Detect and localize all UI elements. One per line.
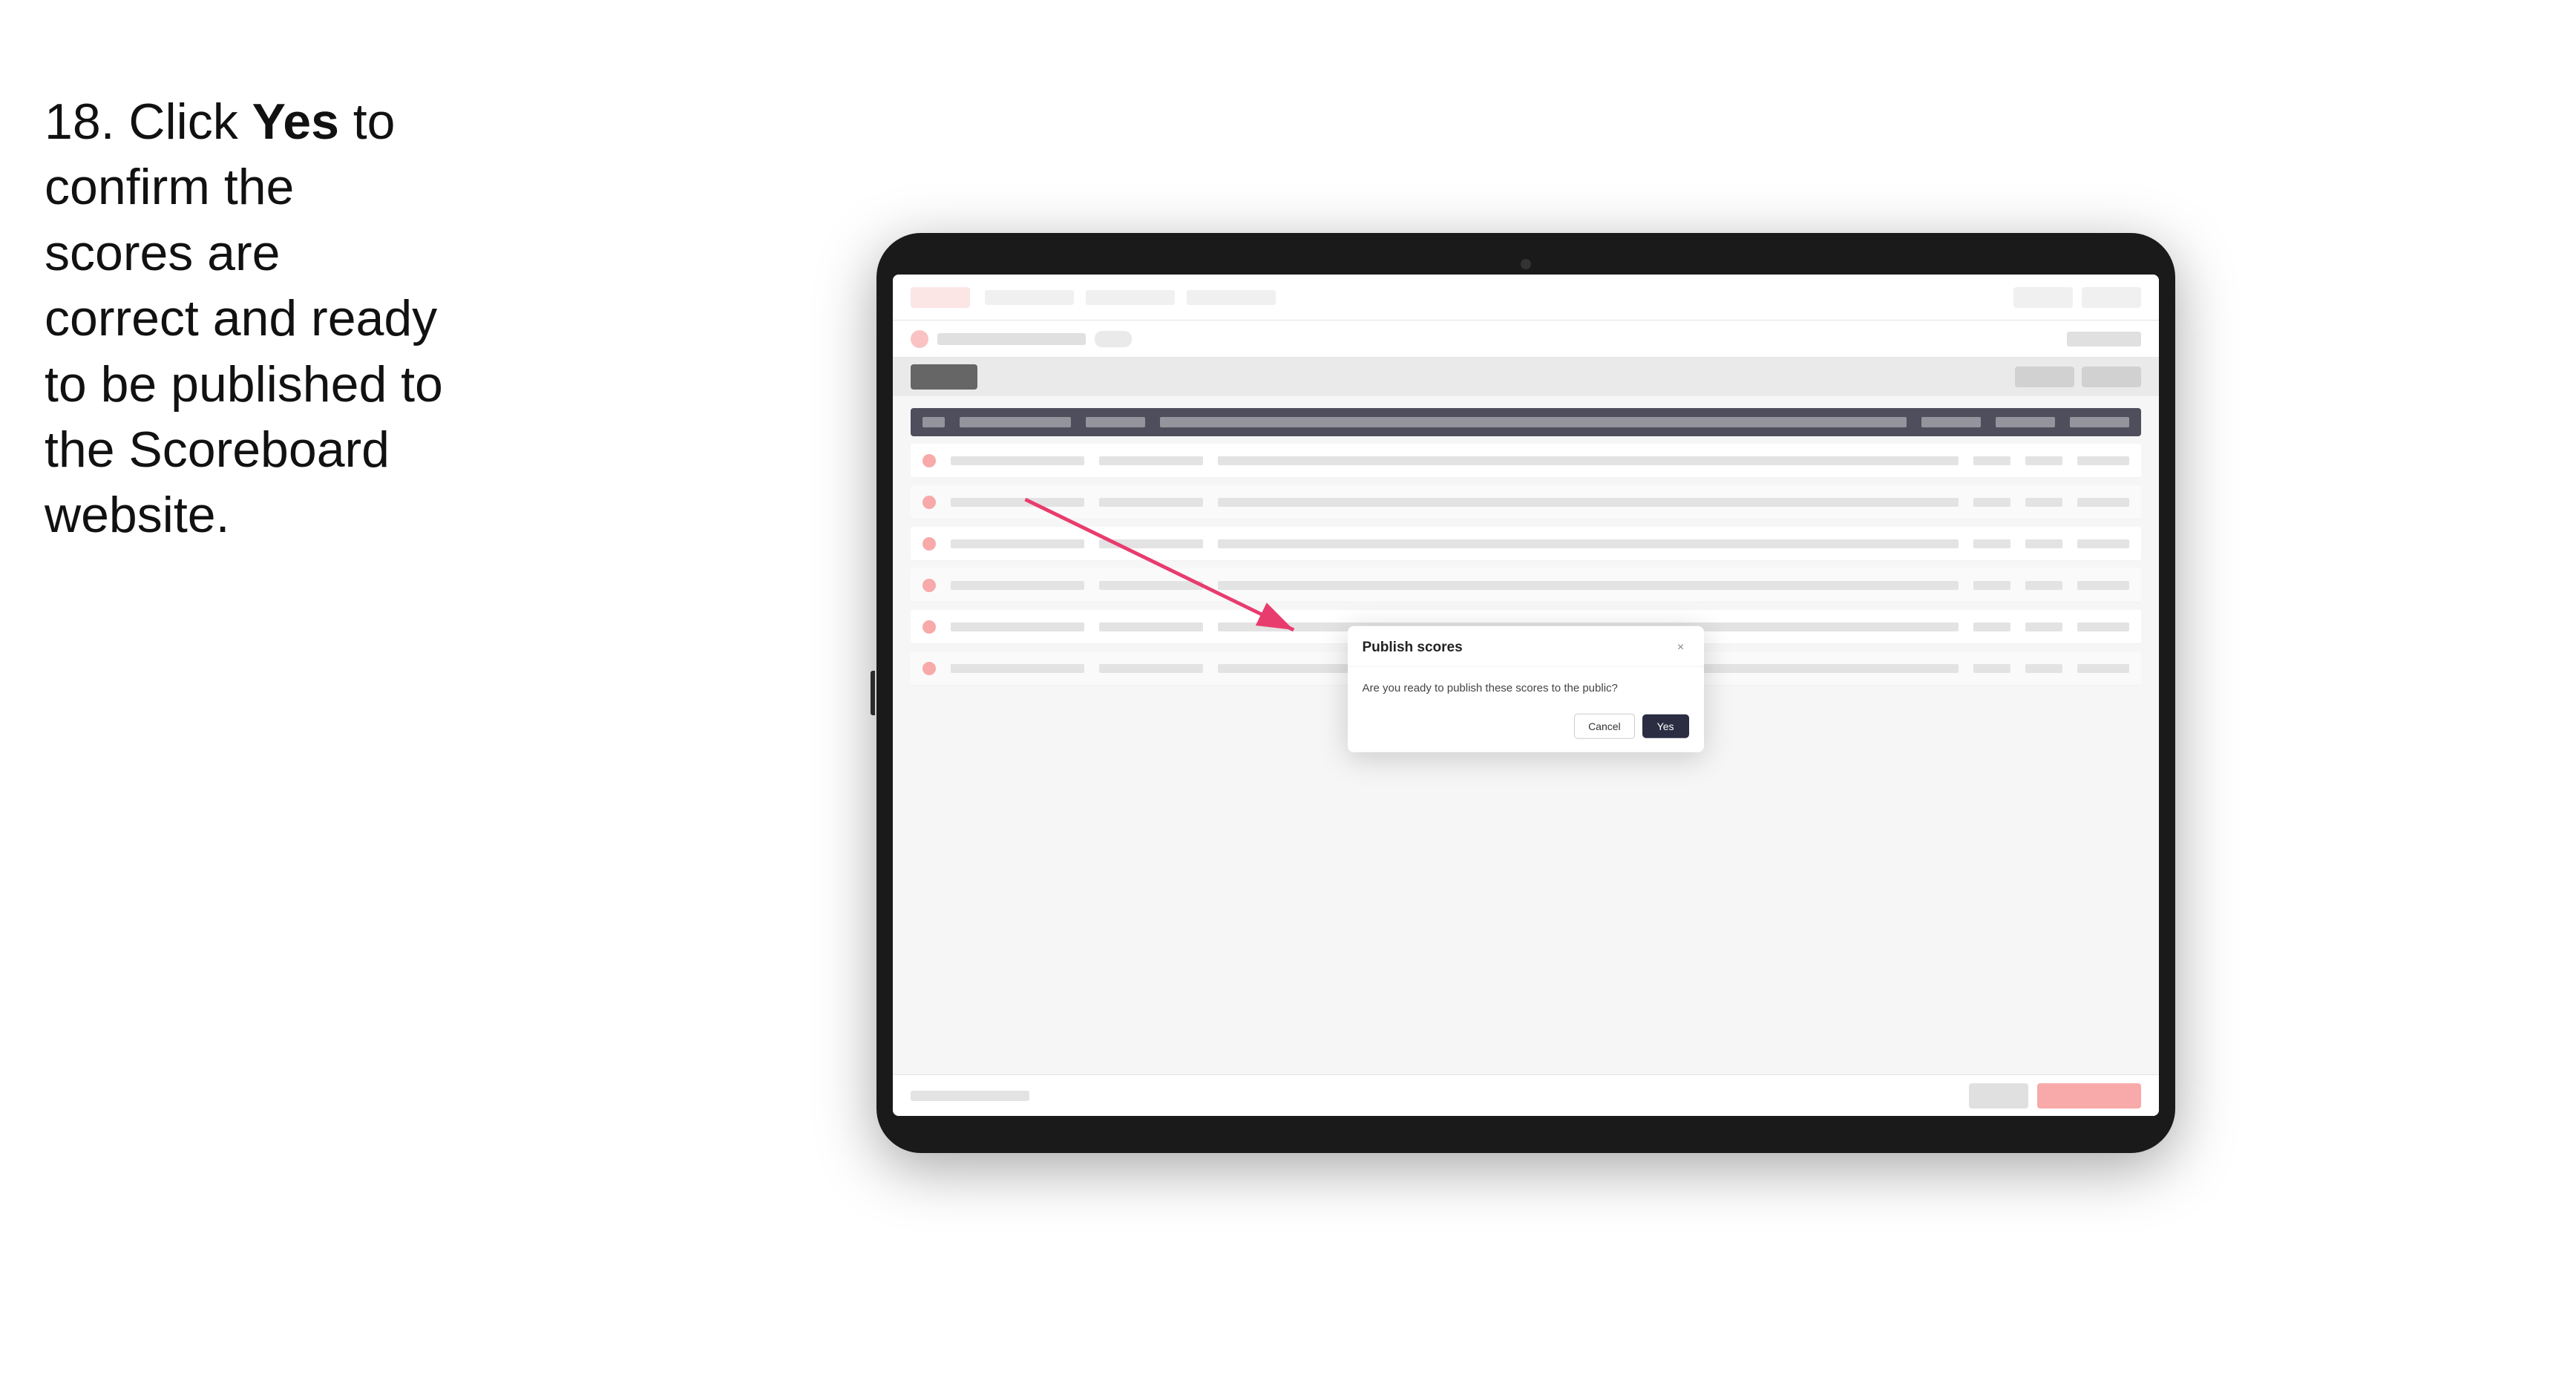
tablet-screen: Publish scores × Are you ready to publis…: [893, 275, 2159, 1116]
app-ui: Publish scores × Are you ready to publis…: [893, 275, 2159, 1116]
tablet-side-button: [871, 671, 875, 715]
instruction-part1: Click: [115, 93, 252, 150]
tablet-bezel-top: [893, 254, 2159, 275]
publish-scores-dialog: Publish scores × Are you ready to publis…: [1348, 626, 1704, 752]
instruction-bold: Yes: [252, 93, 339, 150]
instruction-text: 18. Click Yes to confirm the scores are …: [45, 45, 475, 548]
modal-title: Publish scores: [1363, 640, 1463, 656]
modal-header: Publish scores ×: [1348, 626, 1704, 667]
modal-close-button[interactable]: ×: [1673, 640, 1689, 656]
modal-actions: Cancel Yes: [1348, 713, 1704, 752]
tablet-frame: Publish scores × Are you ready to publis…: [876, 233, 2175, 1153]
cancel-button[interactable]: Cancel: [1574, 713, 1635, 738]
modal-message: Are you ready to publish these scores to…: [1363, 680, 1689, 697]
instruction-part2: to confirm the scores are correct and re…: [45, 93, 443, 543]
step-number: 18.: [45, 93, 115, 150]
page-layout: 18. Click Yes to confirm the scores are …: [0, 0, 2576, 1386]
yes-button[interactable]: Yes: [1642, 714, 1689, 738]
camera-dot: [1521, 259, 1531, 269]
tablet-outer: Publish scores × Are you ready to publis…: [475, 45, 2576, 1341]
modal-body: Are you ready to publish these scores to…: [1348, 667, 1704, 714]
